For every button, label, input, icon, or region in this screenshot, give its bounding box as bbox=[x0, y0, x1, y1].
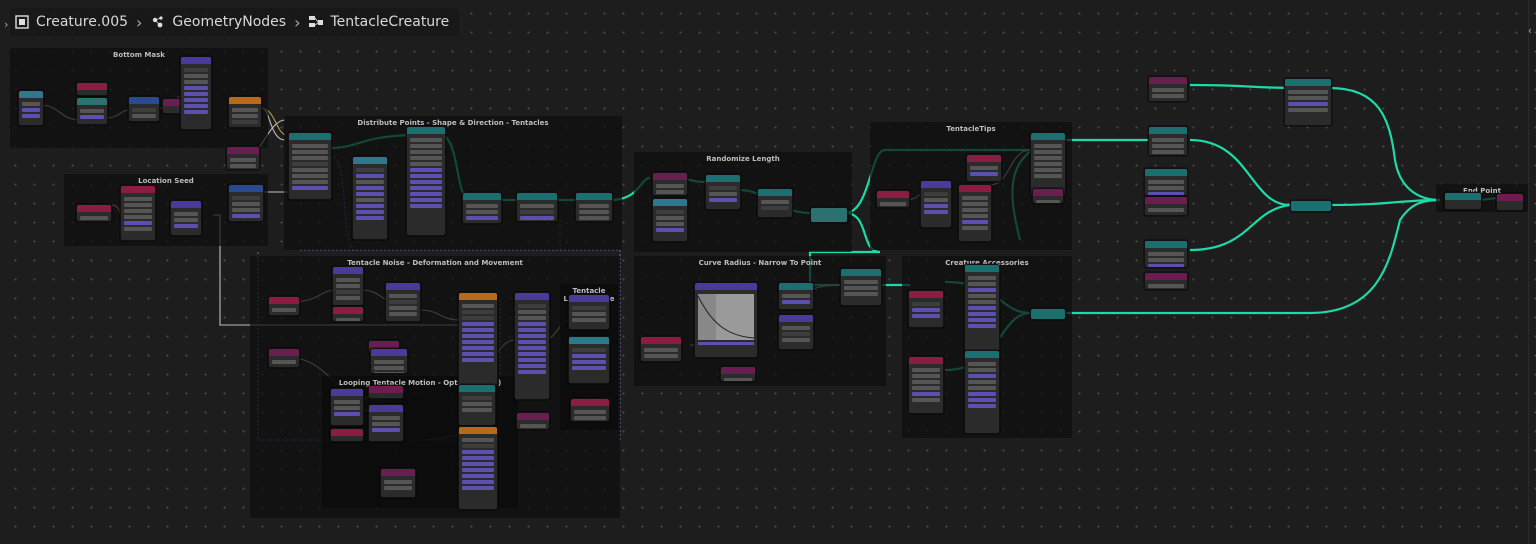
node-add[interactable] bbox=[128, 96, 160, 122]
node-join-geometry-end[interactable] bbox=[1444, 192, 1482, 210]
node-instance-on-points-tips[interactable] bbox=[1030, 132, 1066, 196]
node-position-noise[interactable] bbox=[332, 306, 364, 322]
frame-title: Distribute Points - Shape & Direction - … bbox=[357, 119, 549, 127]
node-join-geometry-acc[interactable] bbox=[1030, 308, 1066, 320]
node-group-input-radius[interactable] bbox=[720, 366, 756, 382]
node-position[interactable] bbox=[18, 90, 44, 126]
node-position-2[interactable] bbox=[76, 82, 108, 96]
node-join-geometry[interactable] bbox=[1290, 200, 1332, 212]
node-set-material-3[interactable] bbox=[1144, 240, 1188, 268]
node-noise-scale[interactable] bbox=[370, 348, 408, 374]
node-noise-time[interactable] bbox=[268, 296, 300, 316]
frame-title: Bottom Mask bbox=[113, 51, 165, 59]
node-group-input-loop[interactable] bbox=[368, 385, 404, 399]
node-random-value[interactable] bbox=[352, 156, 388, 240]
node-group-input-mat[interactable] bbox=[1144, 196, 1188, 216]
node-set-curve-radius[interactable] bbox=[778, 282, 814, 310]
node-object-info-self[interactable] bbox=[76, 204, 112, 222]
node-position-loop[interactable] bbox=[330, 428, 364, 442]
node-spline-parameter[interactable] bbox=[570, 398, 610, 422]
node-multiply-tips[interactable] bbox=[920, 180, 952, 228]
node-vector-math[interactable] bbox=[180, 56, 212, 130]
node-object-info-acc[interactable] bbox=[908, 356, 944, 414]
region-divider bbox=[1528, 0, 1529, 544]
node-realize-instances[interactable] bbox=[462, 192, 502, 224]
node-multiply-radius[interactable] bbox=[778, 314, 814, 350]
chevron-right-icon: › bbox=[294, 12, 301, 32]
node-group-input[interactable] bbox=[226, 146, 260, 170]
frame-title: Randomize Length bbox=[706, 155, 780, 163]
breadcrumb-modifier[interactable]: GeometryNodes bbox=[150, 14, 286, 30]
node-group-input-noise[interactable] bbox=[268, 348, 300, 368]
float-curve-graph[interactable] bbox=[696, 292, 756, 346]
breadcrumb-object[interactable]: Creature.005 bbox=[14, 14, 128, 30]
node-group-input-loop-2[interactable] bbox=[380, 468, 416, 498]
node-multiply-add[interactable] bbox=[385, 282, 421, 322]
node-realize[interactable] bbox=[810, 207, 848, 223]
node-random-value-length[interactable] bbox=[652, 198, 688, 242]
node-resample-curve[interactable] bbox=[516, 192, 558, 222]
node-group-input-length[interactable] bbox=[652, 172, 688, 196]
geometry-nodes-icon bbox=[153, 16, 164, 28]
object-icon bbox=[15, 15, 29, 29]
geometry-link bbox=[1189, 203, 1291, 252]
node-instance-on-points[interactable] bbox=[406, 126, 446, 236]
node-multiply-noise[interactable] bbox=[332, 266, 364, 306]
node-add-seed[interactable] bbox=[228, 184, 264, 222]
node-switch[interactable] bbox=[458, 384, 496, 426]
node-distribute-points-on-faces[interactable] bbox=[288, 132, 332, 200]
frame-title: Tentacle Noise - Deformation and Movemen… bbox=[347, 259, 523, 267]
node-tree-icon bbox=[309, 16, 324, 27]
node-set-material[interactable] bbox=[1284, 78, 1332, 126]
node-resample-curve-2[interactable] bbox=[757, 188, 793, 218]
node-group-input-mat-2[interactable] bbox=[1144, 272, 1188, 290]
node-editor-canvas[interactable]: Bottom Mask Location Seed Distribute Poi… bbox=[0, 0, 1536, 544]
geometry-link bbox=[1189, 138, 1291, 207]
node-endpoint-selection[interactable] bbox=[966, 154, 1002, 182]
node-collection-info[interactable] bbox=[908, 290, 944, 328]
node-capture-attribute[interactable] bbox=[1148, 126, 1188, 156]
breadcrumb-modifier-label: GeometryNodes bbox=[172, 14, 287, 30]
frame-title: Curve Radius - Narrow To Point bbox=[698, 259, 822, 267]
node-float-curve[interactable] bbox=[694, 282, 758, 358]
node-curve-tangent[interactable] bbox=[876, 190, 910, 208]
sidebar-toggle-left-icon[interactable]: › bbox=[4, 18, 8, 31]
node-set-material-2[interactable] bbox=[1144, 168, 1188, 196]
node-group-input-speed[interactable] bbox=[516, 412, 550, 430]
node-map-range[interactable] bbox=[514, 292, 550, 400]
node-multiply-add-loop[interactable] bbox=[368, 404, 404, 442]
node-separate-xyz[interactable] bbox=[76, 97, 108, 125]
node-looping-noise[interactable] bbox=[458, 426, 498, 510]
breadcrumb: Creature.005 › GeometryNodes › TentacleC… bbox=[10, 8, 460, 36]
node-group-output[interactable] bbox=[1496, 193, 1524, 211]
node-curve-to-mesh[interactable] bbox=[840, 268, 882, 306]
node-scale[interactable] bbox=[568, 294, 610, 330]
breadcrumb-object-label: Creature.005 bbox=[36, 14, 129, 30]
node-instance-on-points-acc[interactable] bbox=[964, 264, 1000, 352]
node-multiply-loop[interactable] bbox=[330, 388, 364, 426]
geometry-link bbox=[1329, 198, 1441, 207]
node-map-range-scale[interactable] bbox=[568, 336, 610, 384]
node-object-info-tips[interactable] bbox=[958, 184, 992, 242]
node-group-input-tips[interactable] bbox=[1032, 188, 1064, 204]
node-smooth-step[interactable] bbox=[228, 96, 262, 128]
node-spline-parameter-2[interactable] bbox=[640, 336, 682, 362]
node-noise-texture[interactable] bbox=[458, 292, 498, 386]
node-object-info[interactable] bbox=[120, 185, 156, 241]
chevron-right-icon: › bbox=[136, 12, 143, 32]
node-multiply-seed[interactable] bbox=[170, 200, 202, 236]
node-trim-curve[interactable] bbox=[705, 174, 741, 210]
geometry-link bbox=[1060, 198, 1441, 315]
geometry-link bbox=[1329, 86, 1441, 202]
breadcrumb-node-group[interactable]: TentacleCreature bbox=[308, 14, 449, 30]
node-group-input-top[interactable] bbox=[1148, 76, 1188, 102]
breadcrumb-node-group-label: TentacleCreature bbox=[330, 14, 450, 30]
node-set-position[interactable] bbox=[575, 192, 613, 222]
node-instance-on-points-acc-2[interactable] bbox=[964, 350, 1000, 434]
frame-distribute-points: Distribute Points - Shape & Direction - … bbox=[284, 116, 622, 250]
